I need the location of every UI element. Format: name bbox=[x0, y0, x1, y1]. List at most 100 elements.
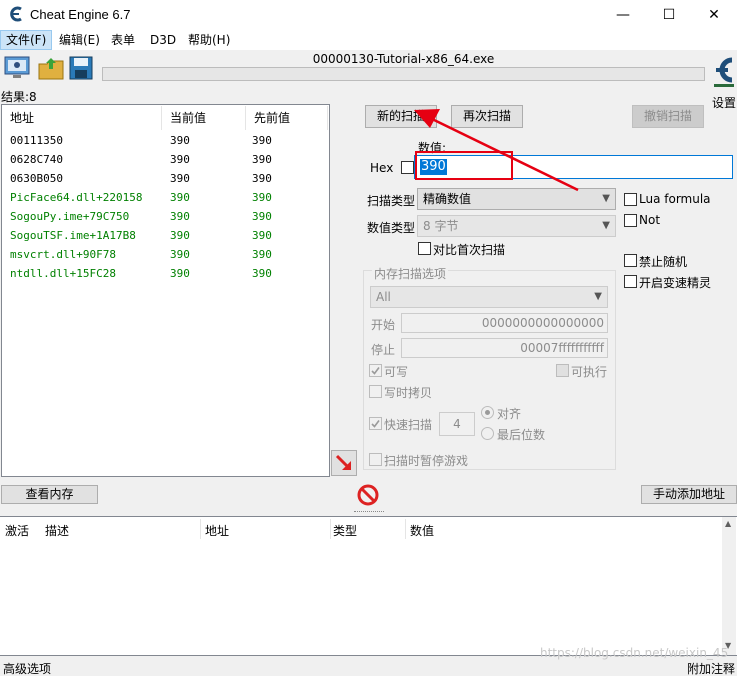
checkmark-icon bbox=[371, 367, 380, 375]
stop-address-field[interactable]: 00007fffffffffff bbox=[401, 338, 608, 358]
speedhack-label: 开启变速精灵 bbox=[639, 276, 712, 290]
copy-on-write-checkbox[interactable] bbox=[369, 385, 382, 398]
pause-game-checkbox[interactable] bbox=[369, 453, 382, 466]
column-value[interactable]: 数值 bbox=[410, 522, 434, 539]
column-divider bbox=[405, 519, 406, 539]
close-button[interactable]: ✕ bbox=[691, 0, 737, 30]
not-label: Not bbox=[639, 213, 661, 227]
hex-label: Hex bbox=[370, 161, 394, 175]
menu-table[interactable]: 表单 bbox=[106, 30, 140, 50]
result-row[interactable]: 0630B050 390 390 bbox=[2, 170, 329, 189]
chevron-down-icon: ▼ bbox=[594, 291, 602, 302]
align-label: 对齐 bbox=[497, 407, 522, 421]
add-address-manually-button[interactable]: 手动添加地址 bbox=[641, 485, 737, 504]
result-address: PicFace64.dll+220158 bbox=[10, 191, 143, 204]
menu-file[interactable]: 文件(F) bbox=[0, 30, 53, 50]
result-current-value: 390 bbox=[170, 248, 190, 261]
result-address: msvcrt.dll+90F78 bbox=[10, 248, 116, 261]
result-row[interactable]: msvcrt.dll+90F78 390 390 bbox=[2, 246, 329, 265]
minimize-button[interactable]: — bbox=[600, 0, 646, 30]
window-title: Cheat Engine 6.7 bbox=[30, 7, 131, 22]
not-checkbox[interactable] bbox=[624, 214, 637, 227]
cheat-engine-icon bbox=[10, 6, 22, 22]
status-bar: 高级选项 https://blog.csdn.net/weixin_45 附加注… bbox=[0, 646, 737, 676]
scroll-up-icon[interactable]: ▲ bbox=[725, 519, 731, 528]
result-current-value: 390 bbox=[170, 172, 190, 185]
save-icon[interactable] bbox=[67, 54, 95, 82]
view-memory-button[interactable]: 查看内存 bbox=[1, 485, 98, 504]
stop-button[interactable] bbox=[356, 483, 380, 507]
scan-progress-bar bbox=[102, 67, 705, 81]
address-table[interactable]: 激活 描述 地址 类型 数值 ▲ ▼ bbox=[0, 516, 737, 656]
fast-scan-value-field[interactable]: 4 bbox=[439, 412, 475, 436]
advanced-options-link[interactable]: 高级选项 bbox=[3, 660, 51, 676]
compare-first-checkbox[interactable] bbox=[418, 242, 431, 255]
title-bar: Cheat Engine 6.7 — ☐ ✕ bbox=[0, 0, 737, 30]
result-current-value: 390 bbox=[170, 210, 190, 223]
maximize-button[interactable]: ☐ bbox=[646, 0, 692, 30]
column-current-value[interactable]: 当前值 bbox=[162, 106, 246, 130]
splitter-handle[interactable] bbox=[354, 511, 384, 514]
value-type-label: 数值类型 bbox=[367, 221, 416, 235]
process-name: 00000130-Tutorial-x86_64.exe bbox=[312, 52, 495, 66]
result-row[interactable]: SogouTSF.ime+1A17B8 390 390 bbox=[2, 227, 329, 246]
menu-d3d[interactable]: D3D bbox=[145, 30, 181, 50]
menu-help[interactable]: 帮助(H) bbox=[183, 30, 235, 50]
add-to-list-button[interactable] bbox=[331, 450, 357, 476]
result-current-value: 390 bbox=[170, 267, 190, 280]
menu-edit[interactable]: 编辑(E) bbox=[54, 30, 105, 50]
radio-dot bbox=[485, 410, 490, 415]
lua-formula-label: Lua formula bbox=[639, 192, 711, 206]
result-row[interactable]: PicFace64.dll+220158 390 390 bbox=[2, 189, 329, 208]
result-previous-value: 390 bbox=[252, 134, 272, 147]
last-digits-radio[interactable] bbox=[481, 427, 494, 440]
speedhack-checkbox[interactable] bbox=[624, 275, 637, 288]
cheat-engine-window: Cheat Engine 6.7 — ☐ ✕ 文件(F) 编辑(E) 表单 D3… bbox=[0, 0, 737, 676]
cheat-engine-logo-icon[interactable] bbox=[710, 52, 737, 92]
result-previous-value: 390 bbox=[252, 248, 272, 261]
compare-first-label: 对比首次扫描 bbox=[433, 243, 506, 257]
result-current-value: 390 bbox=[170, 191, 190, 204]
result-row[interactable]: 0628C740 390 390 bbox=[2, 151, 329, 170]
column-active[interactable]: 激活 bbox=[5, 522, 29, 539]
result-current-value: 390 bbox=[170, 134, 190, 147]
executable-checkbox[interactable] bbox=[556, 364, 569, 377]
value-type-select[interactable]: 8 字节 ▼ bbox=[417, 215, 616, 237]
result-current-value: 390 bbox=[170, 153, 190, 166]
executable-label: 可执行 bbox=[571, 365, 608, 379]
result-row[interactable]: ntdll.dll+15FC28 390 390 bbox=[2, 265, 329, 284]
table-comments-link[interactable]: 附加注释 bbox=[687, 660, 735, 676]
column-description[interactable]: 描述 bbox=[45, 522, 69, 539]
chevron-down-icon: ▼ bbox=[602, 220, 610, 231]
checkmark-icon bbox=[371, 420, 380, 428]
column-type[interactable]: 类型 bbox=[333, 522, 357, 539]
undo-scan-button[interactable]: 撤销扫描 bbox=[632, 105, 704, 128]
result-row[interactable]: 00111350 390 390 bbox=[2, 132, 329, 151]
watermark-text: https://blog.csdn.net/weixin_45 bbox=[540, 646, 729, 660]
memory-options-title: 内存扫描选项 bbox=[372, 265, 449, 282]
memory-region-select[interactable]: All ▼ bbox=[370, 286, 608, 308]
result-row[interactable]: SogouPy.ime+79C750 390 390 bbox=[2, 208, 329, 227]
result-address: SogouPy.ime+79C750 bbox=[10, 210, 130, 223]
settings-label[interactable]: 设置 bbox=[712, 94, 736, 111]
open-file-icon[interactable] bbox=[37, 54, 65, 82]
result-current-value: 390 bbox=[170, 229, 190, 242]
writable-checkbox[interactable] bbox=[369, 364, 382, 377]
scan-results-list[interactable]: 地址 当前值 先前值 00111350 390 390 0628C740 390 390 0… bbox=[1, 104, 330, 477]
copy-on-write-label: 写时拷贝 bbox=[384, 386, 433, 400]
chevron-down-icon: ▼ bbox=[602, 193, 610, 204]
value-type-value: 8 字节 bbox=[423, 219, 459, 233]
start-address-field[interactable]: 0000000000000000 bbox=[401, 313, 608, 333]
column-address[interactable]: 地址 bbox=[205, 522, 229, 539]
fast-scan-checkbox[interactable] bbox=[369, 417, 382, 430]
lua-formula-checkbox[interactable] bbox=[624, 193, 637, 206]
vertical-scrollbar[interactable]: ▲ ▼ bbox=[722, 517, 736, 655]
column-divider bbox=[200, 519, 201, 539]
results-count: 结果:8 bbox=[1, 90, 37, 104]
column-previous-value[interactable]: 先前值 bbox=[246, 106, 328, 130]
align-radio[interactable] bbox=[481, 406, 494, 419]
select-process-icon[interactable] bbox=[3, 54, 31, 82]
disable-random-label: 禁止随机 bbox=[639, 255, 688, 269]
column-address[interactable]: 地址 bbox=[2, 106, 162, 130]
disable-random-checkbox[interactable] bbox=[624, 254, 637, 267]
